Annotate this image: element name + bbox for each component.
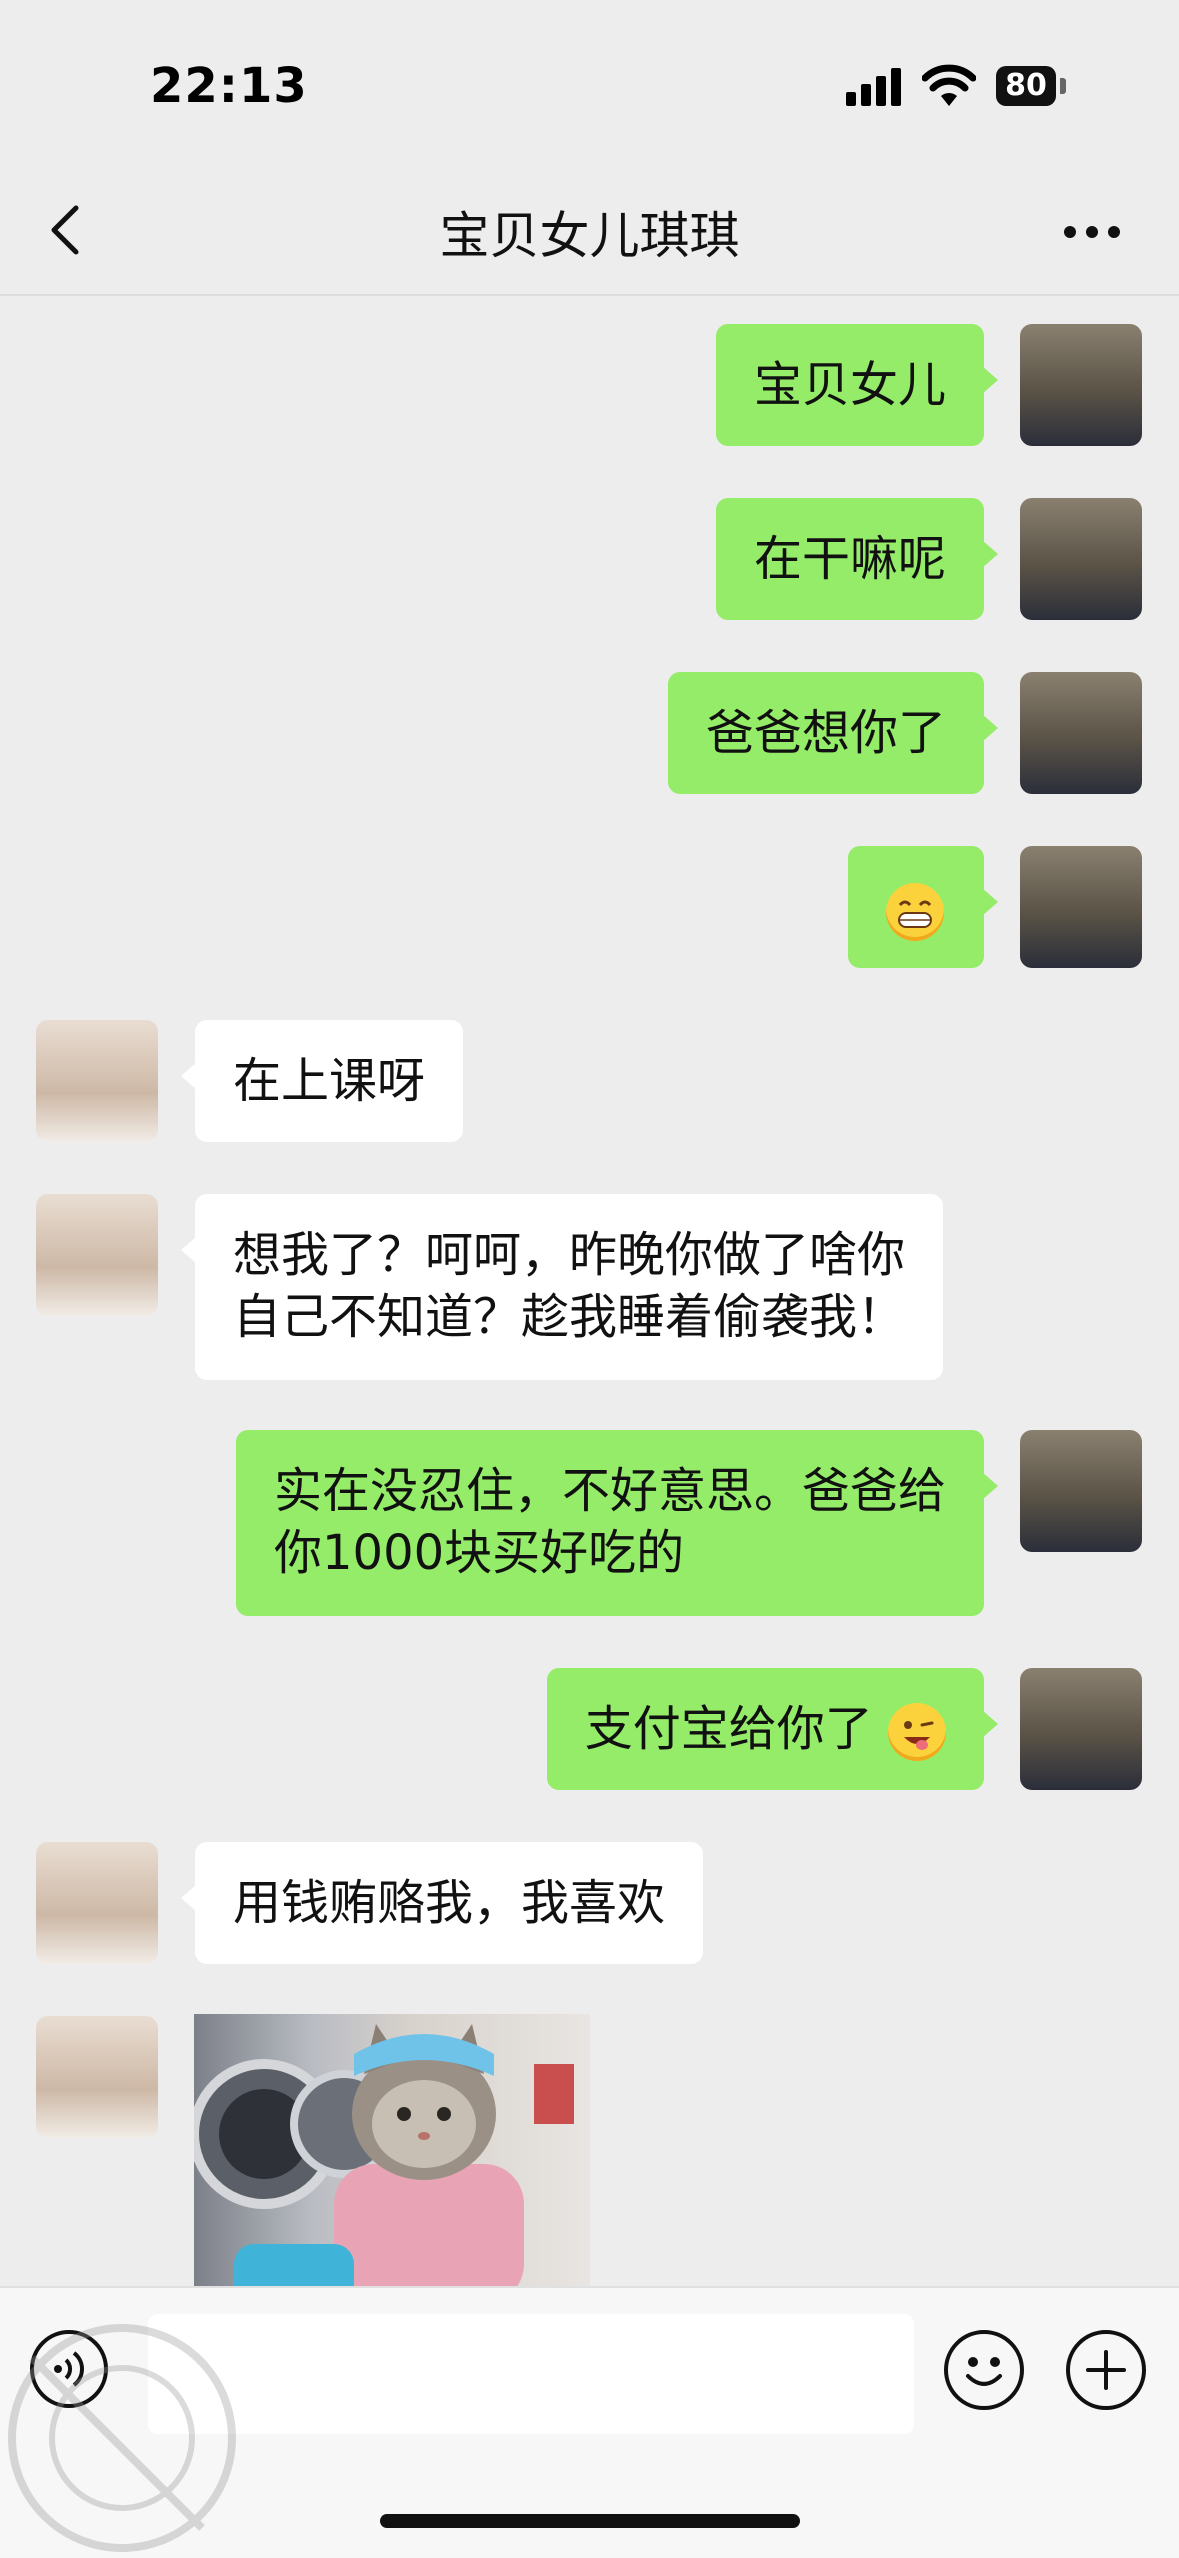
my-avatar[interactable] <box>1020 1430 1142 1552</box>
battery-icon: 80 <box>996 66 1056 106</box>
message-line: 实在没忍住，不好意思。爸爸给 <box>273 1463 946 1519</box>
contact-avatar[interactable] <box>36 1194 158 1316</box>
status-bar: 22:13 80 <box>0 0 1179 170</box>
message-bubble-sent[interactable]: 爸爸想你了 <box>667 672 999 794</box>
message-bubble-received[interactable]: 在上课呀 <box>180 1020 464 1142</box>
message-bubble-sent[interactable]: 在干嘛呢 <box>715 498 999 620</box>
message-line: 你1000块买好吃的 <box>273 1525 685 1581</box>
battery-tip <box>1060 78 1066 94</box>
contact-avatar[interactable] <box>36 1842 158 1964</box>
my-avatar[interactable] <box>1020 846 1142 968</box>
emoji-picker-icon[interactable] <box>944 2330 1024 2410</box>
message-text: 支付宝给你了 <box>584 1701 873 1757</box>
more-options-icon[interactable] <box>1064 226 1120 240</box>
my-avatar[interactable] <box>1020 1668 1142 1790</box>
wifi-icon <box>922 64 976 106</box>
home-indicator[interactable] <box>380 2514 800 2528</box>
message-line: 自己不知道？趁我睡着偷袭我！ <box>233 1289 906 1345</box>
chat-title: 宝贝女儿琪琪 <box>439 207 740 265</box>
message-input[interactable] <box>148 2314 914 2434</box>
cat-in-pajamas-photo[interactable] <box>194 2014 590 2286</box>
site-watermark-logo <box>8 2324 236 2552</box>
add-attachment-icon[interactable] <box>1066 2330 1146 2410</box>
winking-face-icon <box>888 1703 946 1761</box>
message-bubble-sent[interactable] <box>848 846 998 968</box>
my-avatar[interactable] <box>1020 498 1142 620</box>
message-bubble-received[interactable]: 想我了？呵呵，昨晚你做了啥你 自己不知道？趁我睡着偷袭我！ <box>180 1194 944 1380</box>
message-line: 想我了？呵呵，昨晚你做了啥你 <box>233 1227 906 1283</box>
message-bubble-sent[interactable]: 支付宝给你了 <box>546 1668 999 1790</box>
message-bubble-sent[interactable]: 实在没忍住，不好意思。爸爸给 你1000块买好吃的 <box>235 1430 999 1616</box>
my-avatar[interactable] <box>1020 324 1142 446</box>
message-list[interactable]: 宝贝女儿 在干嘛呢 爸爸想你了 在上课呀 想我了？呵呵，昨晚你做了啥你 自己不知… <box>0 296 1179 2286</box>
message-bubble-received[interactable]: 用钱贿赂我，我喜欢 <box>180 1842 704 1964</box>
message-bubble-sent[interactable]: 宝贝女儿 <box>715 324 999 446</box>
my-avatar[interactable] <box>1020 672 1142 794</box>
status-time: 22:13 <box>150 58 308 114</box>
contact-avatar[interactable] <box>36 1020 158 1142</box>
chat-header: 宝贝女儿琪琪 <box>0 170 1179 296</box>
cellular-signal-icon <box>846 68 902 106</box>
contact-avatar[interactable] <box>36 2016 158 2138</box>
grinning-face-icon <box>886 883 944 941</box>
